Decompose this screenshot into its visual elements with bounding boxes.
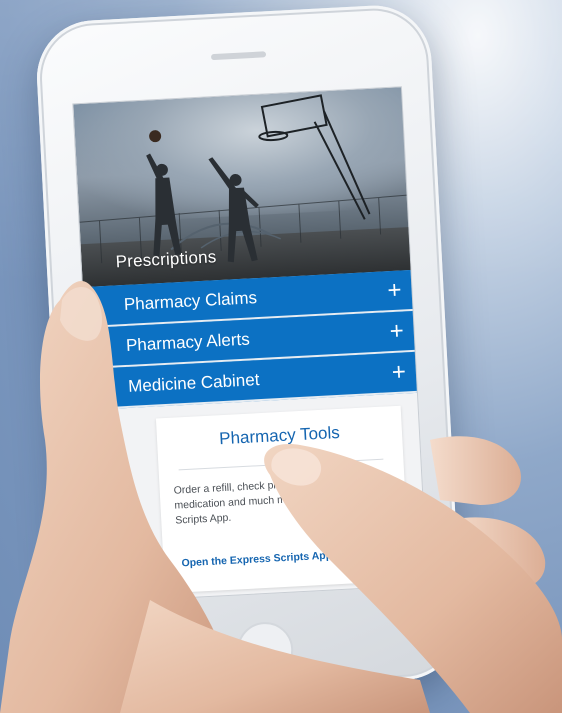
- hand-photo: [0, 280, 562, 713]
